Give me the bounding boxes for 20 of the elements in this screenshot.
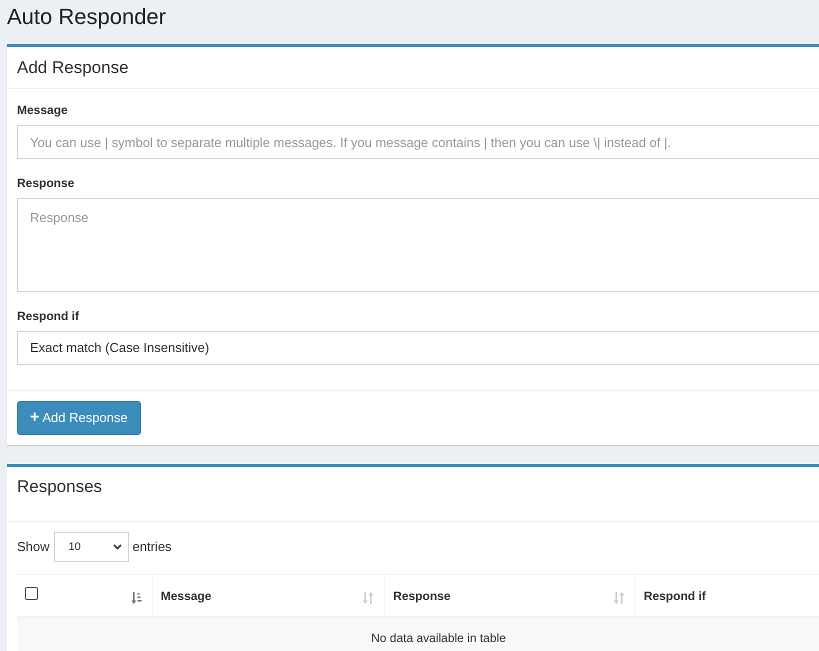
column-header[interactable]: Respond if bbox=[634, 575, 819, 616]
card-title: Add Response bbox=[17, 56, 129, 79]
field-label: Respond if bbox=[17, 308, 79, 325]
page-title: Auto Responder bbox=[6, 3, 166, 31]
field-label: Response bbox=[17, 175, 74, 192]
response-textarea[interactable]: Response bbox=[17, 198, 819, 292]
respond-if-select[interactable]: Exact match (Case Insensitive) bbox=[17, 331, 819, 365]
sort-ascending-icon[interactable] bbox=[130, 592, 142, 604]
message-input[interactable]: You can use | symbol to separate multiple messages. If you message contains | then you can use \| instead of |. bbox=[17, 125, 819, 159]
card-title: Responses bbox=[17, 476, 102, 498]
entries-select[interactable]: 10 bbox=[54, 532, 129, 562]
field-label: Message bbox=[17, 102, 68, 119]
length-label: entries bbox=[132, 538, 172, 556]
select-all-checkbox[interactable] bbox=[25, 587, 38, 600]
empty-table-message: No data available in table bbox=[371, 630, 506, 647]
column-header[interactable]: Message bbox=[152, 575, 384, 616]
column-header[interactable]: Response bbox=[384, 575, 635, 616]
chevron-down-icon bbox=[112, 544, 122, 550]
add-response-button[interactable]: + Add Response bbox=[17, 401, 141, 435]
length-label: Show bbox=[17, 538, 50, 556]
